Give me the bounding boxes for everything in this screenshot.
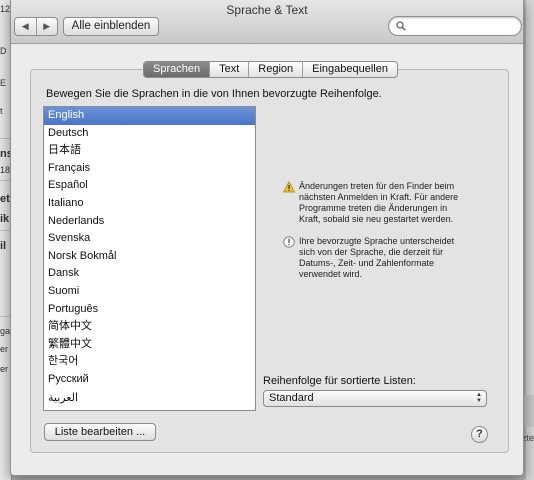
language-item[interactable]: Suomi	[44, 283, 255, 301]
language-item[interactable]: Norsk Bokmål	[44, 248, 255, 266]
tab-bar: Sprachen Text Region Eingabequellen	[143, 61, 398, 78]
instruction-text: Bewegen Sie die Sprachen in die von Ihne…	[46, 88, 382, 100]
title-bar[interactable]: Sprache & Text ◀ ▶ Alle einblenden	[11, 0, 523, 44]
background-text: il	[0, 240, 7, 252]
language-item[interactable]: Italiano	[44, 195, 255, 213]
language-item[interactable]: Français	[44, 160, 255, 178]
help-button[interactable]: ?	[471, 426, 488, 443]
window-title: Sprache & Text	[226, 3, 308, 17]
background-text: 12	[0, 4, 11, 14]
language-item[interactable]: 日本語	[44, 142, 255, 160]
tab-eingabequellen[interactable]: Eingabequellen	[302, 62, 397, 77]
language-item[interactable]: Русский	[44, 371, 255, 389]
preferences-window: Sprache & Text ◀ ▶ Alle einblenden Sprac…	[10, 0, 524, 476]
restart-notice-text: Änderungen treten für den Finder beim nä…	[299, 181, 458, 225]
chevron-left-icon: ◀	[21, 21, 29, 31]
forward-button[interactable]: ▶	[35, 18, 58, 35]
language-item[interactable]: 繁體中文	[44, 336, 255, 354]
chevron-right-icon: ▶	[43, 21, 51, 31]
background-text: D	[0, 46, 7, 56]
back-button[interactable]: ◀	[15, 18, 36, 35]
language-item[interactable]: English	[44, 107, 255, 125]
language-item[interactable]: 简体中文	[44, 318, 255, 336]
navigation-buttons: ◀ ▶	[14, 17, 58, 36]
background-text: t	[0, 106, 3, 116]
language-item[interactable]: 한국어	[44, 353, 255, 371]
language-item[interactable]: Español	[44, 177, 255, 195]
format-notice: Ihre bevorzugte Sprache unterscheidet si…	[283, 236, 493, 284]
updown-arrows-icon: ▲ ▼	[476, 392, 482, 404]
notice-line: Änderungen treten für den Finder beim	[299, 181, 455, 191]
edit-list-button[interactable]: Liste bearbeiten ...	[44, 423, 156, 441]
notice-line: sich von der Sprache, die derzeit für	[299, 247, 444, 257]
notice-line: verwendet wird.	[299, 269, 363, 279]
background-text: ga	[0, 326, 11, 336]
background-text: 18	[0, 165, 11, 175]
language-item[interactable]: Deutsch	[44, 125, 255, 143]
restart-notice: Änderungen treten für den Finder beim nä…	[283, 181, 493, 229]
language-item[interactable]: Português	[44, 301, 255, 319]
language-item[interactable]: Dansk	[44, 265, 255, 283]
tab-sprachen[interactable]: Sprachen	[144, 62, 210, 77]
language-item[interactable]: Nederlands	[44, 213, 255, 231]
sort-order-value: Standard	[269, 392, 314, 404]
background-band	[524, 395, 534, 427]
format-notice-text: Ihre bevorzugte Sprache unterscheidet si…	[299, 236, 454, 280]
notice-line: nächsten Anmelden in Kraft. Für andere	[299, 192, 459, 202]
search-field[interactable]	[388, 16, 522, 36]
search-icon	[396, 21, 406, 31]
notice-line: Programme treten die Änderungen in	[299, 203, 448, 213]
background-text: et	[0, 193, 10, 205]
language-item[interactable]: Svenska	[44, 230, 255, 248]
warning-icon	[283, 181, 295, 193]
background-text: E	[0, 78, 7, 88]
search-input[interactable]	[409, 19, 517, 33]
language-item[interactable]: العربية	[44, 389, 255, 407]
sort-order-select[interactable]: Standard ▲ ▼	[263, 390, 487, 407]
show-all-button[interactable]: Alle einblenden	[63, 17, 159, 36]
tab-text[interactable]: Text	[209, 62, 248, 77]
background-text: er	[0, 344, 9, 354]
tab-region[interactable]: Region	[248, 62, 302, 77]
language-list[interactable]: English Deutsch 日本語 Français Español Ita…	[43, 106, 256, 411]
background-text: ik	[0, 213, 10, 225]
notice-line: Datums-, Zeit- und Zahlenformate	[299, 258, 435, 268]
notice-line: Ihre bevorzugte Sprache unterscheidet	[299, 236, 455, 246]
info-alert-icon	[283, 236, 295, 248]
sort-order-label: Reihenfolge für sortierte Listen:	[263, 375, 416, 387]
notice-line: Kraft, sobald sie neu gestartet werden.	[299, 214, 454, 224]
background-text: er	[0, 364, 9, 374]
